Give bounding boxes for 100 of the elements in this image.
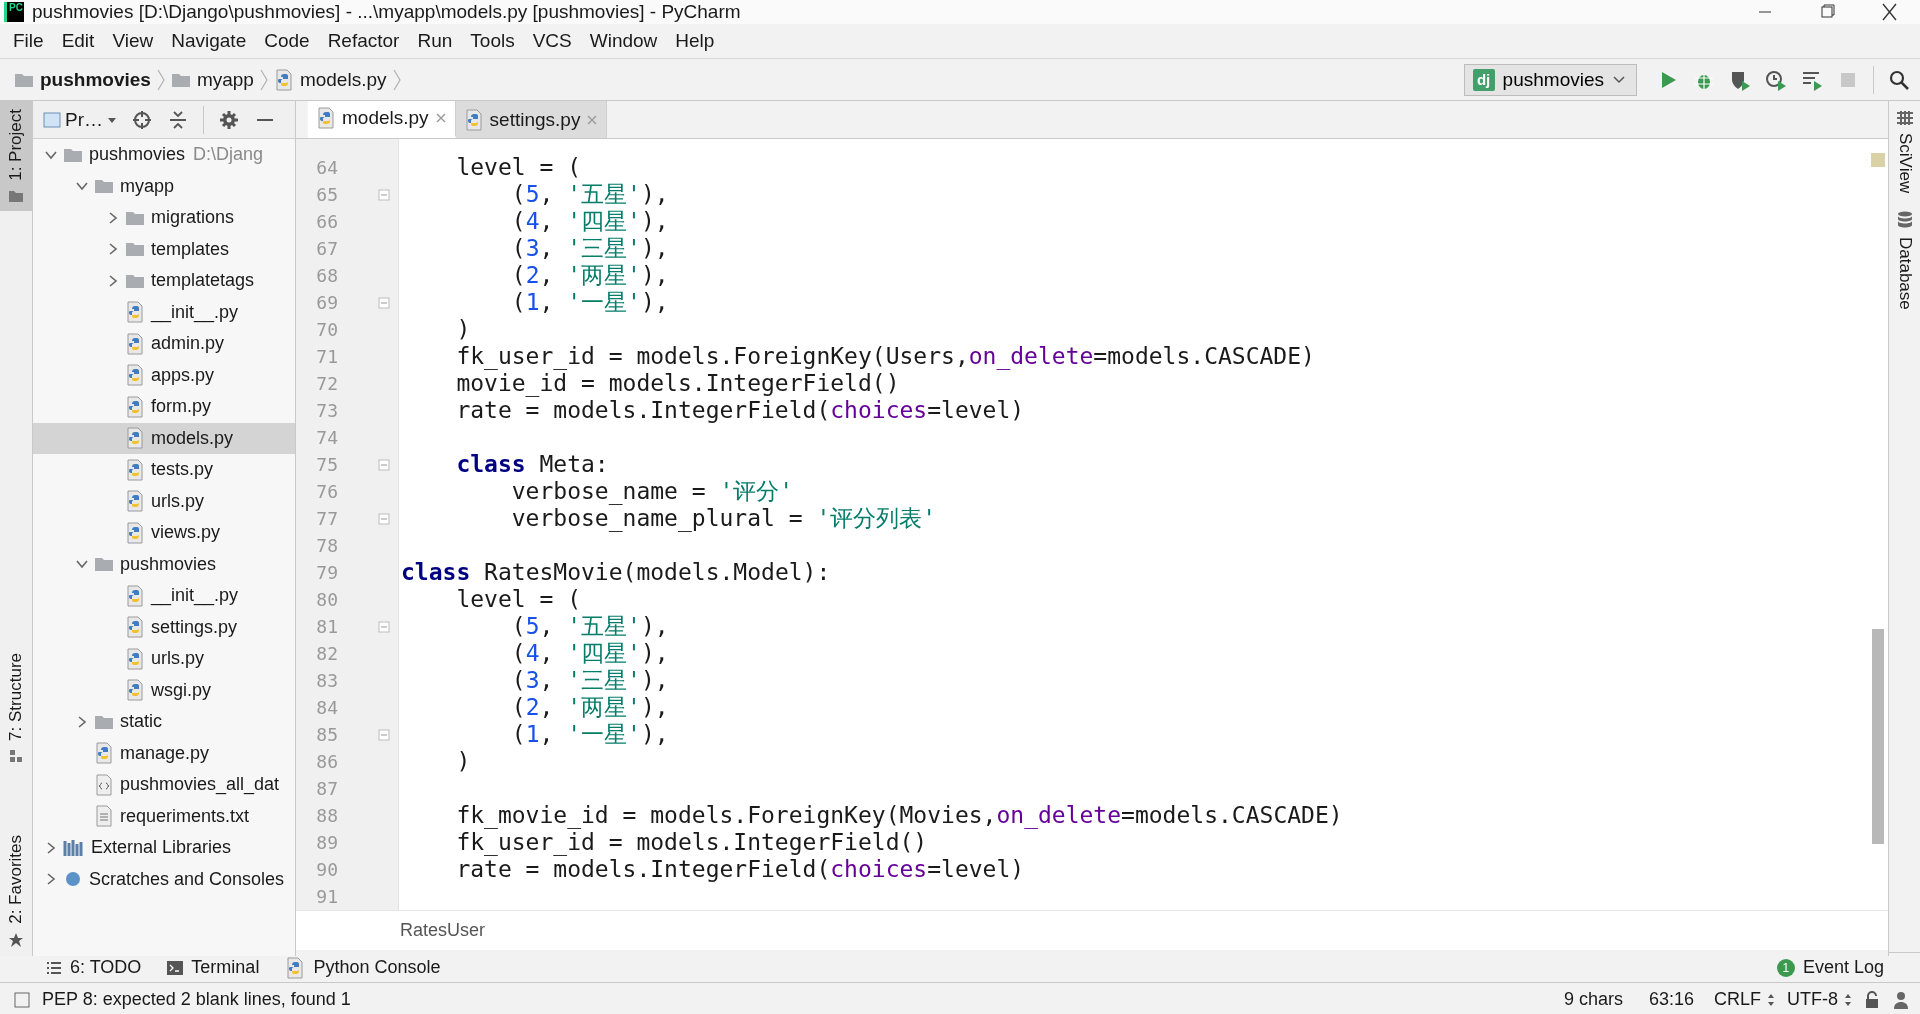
line-number: 77 xyxy=(315,508,338,529)
encoding-select[interactable]: UTF-8 xyxy=(1787,989,1852,1010)
structure-icon xyxy=(9,749,23,764)
tool-window-button[interactable]: SciView xyxy=(1894,111,1915,194)
folder-icon xyxy=(94,556,114,573)
clock-play-icon[interactable] xyxy=(1765,68,1787,91)
tree-item[interactable]: templatetags xyxy=(33,265,295,297)
line-number: 70 xyxy=(315,319,338,340)
view-select[interactable]: Pr… xyxy=(43,108,117,131)
python-file-icon xyxy=(316,107,336,129)
menu-item[interactable]: Code xyxy=(255,30,319,52)
tree-item[interactable]: urls.py xyxy=(33,643,295,675)
json-file-icon xyxy=(94,773,114,796)
python-file-icon xyxy=(125,490,145,513)
tree-item[interactable]: models.py xyxy=(33,422,295,454)
tree-item[interactable]: pushmovies_all_dat xyxy=(33,769,295,801)
tree-item[interactable]: urls.py xyxy=(33,485,295,517)
menu-item[interactable]: View xyxy=(103,30,163,52)
tool-window-button[interactable]: Terminal xyxy=(167,957,260,978)
database-icon xyxy=(1896,211,1913,230)
tree-item[interactable]: External Libraries xyxy=(33,832,295,864)
breadcrumb-item[interactable]: pushmovies xyxy=(14,68,151,91)
line-number: 73 xyxy=(315,400,338,421)
tree-item[interactable]: __init__.py xyxy=(33,580,295,612)
star-icon xyxy=(8,932,24,948)
code-breadcrumb[interactable]: RatesUser xyxy=(400,920,486,941)
up-down-icon xyxy=(1844,992,1852,1007)
menu-item[interactable]: VCS xyxy=(523,30,581,52)
editor-tab[interactable]: models.py xyxy=(308,101,456,138)
tool-window-button[interactable]: 6: TODO xyxy=(46,957,142,978)
status-message: PEP 8: expected 2 blank lines, found 1 xyxy=(42,989,351,1010)
tree-item[interactable]: admin.py xyxy=(33,328,295,360)
folder-icon xyxy=(94,713,114,730)
run-configuration-select[interactable]: dj pushmovies xyxy=(1463,63,1637,96)
menu-item[interactable]: Tools xyxy=(461,30,524,52)
menu-item[interactable]: File xyxy=(4,30,53,52)
tree-item[interactable]: apps.py xyxy=(33,359,295,391)
tree-item[interactable]: pushmovies D:\Djang xyxy=(33,139,295,171)
code-line: movie_id = models.IntegerField() xyxy=(455,370,901,397)
scrollbar-thumb[interactable] xyxy=(1872,629,1884,844)
tree-item[interactable]: settings.py xyxy=(33,611,295,643)
code-line: level = ( xyxy=(455,586,582,613)
breadcrumb-item[interactable]: models.py xyxy=(273,68,387,91)
code-line: rate = models.IntegerField(choices=level) xyxy=(455,397,1026,424)
tree-item[interactable]: tests.py xyxy=(33,454,295,486)
panel-toggle-icon[interactable] xyxy=(14,991,30,1008)
terminal-icon xyxy=(167,960,184,975)
tree-item[interactable]: manage.py xyxy=(33,737,295,769)
collapse-all-icon[interactable] xyxy=(167,108,189,131)
python-file-icon xyxy=(125,395,145,418)
code-line: ) xyxy=(455,748,472,775)
tree-item[interactable]: form.py xyxy=(33,391,295,423)
line-separator-select[interactable]: CRLF xyxy=(1714,989,1775,1010)
code-line: (1, '一星'), xyxy=(510,721,670,748)
tree-item[interactable]: static xyxy=(33,706,295,738)
menu-item[interactable]: Help xyxy=(666,30,724,52)
editor-tab[interactable]: settings.py xyxy=(455,101,608,138)
line-number: 82 xyxy=(315,643,338,664)
crosshair-icon[interactable] xyxy=(131,108,153,131)
tool-window-button[interactable]: Python Console xyxy=(285,956,441,979)
code-line: (1, '一星'), xyxy=(510,289,670,316)
folder-icon xyxy=(63,146,83,163)
tree-item[interactable]: myapp xyxy=(33,170,295,202)
tree-item[interactable]: pushmovies xyxy=(33,548,295,580)
breadcrumb-item[interactable]: myapp xyxy=(170,68,254,91)
settings-icon[interactable] xyxy=(218,108,240,131)
menu-item[interactable]: Run xyxy=(408,30,462,52)
tool-window-button[interactable]: 7: Structure xyxy=(0,645,32,772)
caret-position[interactable]: 63:16 xyxy=(1648,989,1694,1010)
python-file-icon xyxy=(125,584,145,607)
tree-item[interactable]: requeriments.txt xyxy=(33,800,295,832)
menu-item[interactable]: Navigate xyxy=(162,30,256,52)
code-line: (4, '四星'), xyxy=(510,208,670,235)
tool-window-button[interactable]: 1: Project xyxy=(0,101,32,211)
tree-item[interactable]: Scratches and Consoles xyxy=(33,863,295,895)
python-file-icon xyxy=(125,458,145,481)
inspection-indicator xyxy=(1871,153,1885,167)
tree-item[interactable]: migrations xyxy=(33,202,295,234)
tree-item[interactable]: views.py xyxy=(33,517,295,549)
tool-window-button[interactable]: 2: Favorites xyxy=(0,827,32,956)
menu-item[interactable]: Edit xyxy=(52,30,104,52)
lock-icon[interactable] xyxy=(1864,990,1880,1009)
tree-item[interactable]: wsgi.py xyxy=(33,674,295,706)
tree-item[interactable]: templates xyxy=(33,233,295,265)
code-line: (3, '三星'), xyxy=(510,235,670,262)
person-icon[interactable] xyxy=(1892,989,1910,1010)
line-number: 85 xyxy=(315,724,338,745)
search-icon[interactable] xyxy=(1888,68,1910,91)
event-log-button[interactable]: 1 Event Log xyxy=(1776,957,1884,978)
menu-item[interactable]: Refactor xyxy=(318,30,409,52)
code-line: fk_user_id = models.ForeignKey(Users,on_delete=models.CASCADE) xyxy=(455,343,1316,370)
menu-item[interactable]: Window xyxy=(580,30,667,52)
tree-item[interactable]: __init__.py xyxy=(33,296,295,328)
code-line: rate = models.IntegerField(choices=level) xyxy=(455,856,1026,883)
line-number: 79 xyxy=(315,562,338,583)
code-line: verbose_name = '评分' xyxy=(510,478,795,505)
python-file-icon xyxy=(463,108,484,131)
python-file-icon xyxy=(273,68,294,91)
caret-icon xyxy=(107,115,117,124)
tool-window-button[interactable]: Database xyxy=(1894,211,1915,310)
